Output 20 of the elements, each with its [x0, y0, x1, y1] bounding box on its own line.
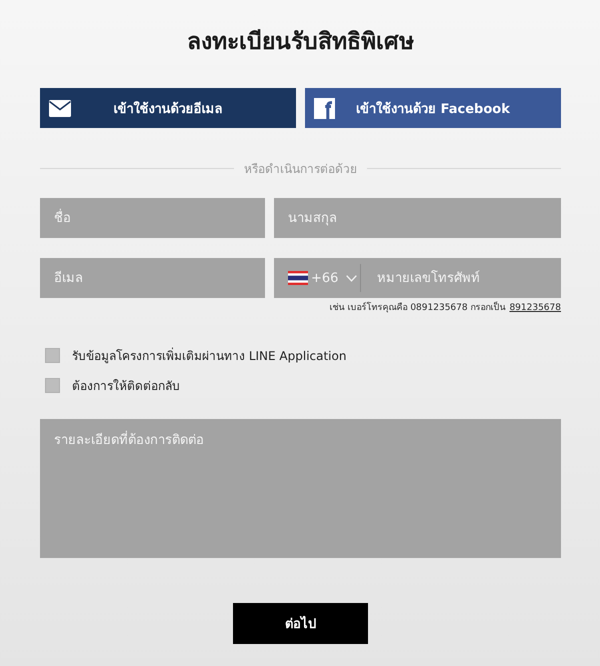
- facebook-login-button[interactable]: เข้าใช้งานด้วย Facebook: [305, 88, 561, 128]
- checkbox[interactable]: [45, 348, 60, 363]
- phone-number-field[interactable]: หมายเลขโทรศัพท์: [361, 258, 561, 298]
- facebook-logo-icon: [314, 98, 335, 118]
- chevron-down-icon: [346, 274, 358, 282]
- email-login-button[interactable]: เข้าใช้งานด้วยอีเมล: [40, 88, 296, 128]
- text-input-field[interactable]: ชื่อ: [40, 198, 265, 238]
- checkbox[interactable]: [45, 378, 60, 393]
- example-number: 891235678: [509, 302, 561, 314]
- checkbox-label: รับข้อมูลโครงการเพิ่มเติมผ่านทาง LINE Application: [72, 346, 346, 365]
- message-textarea[interactable]: รายละเอียดที่ต้องการติดต่อ: [40, 419, 561, 558]
- flag-icon: [288, 271, 308, 285]
- text-input-field[interactable]: อีเมล: [40, 258, 265, 298]
- checkbox-label: ต้องการให้ติดต่อกลับ: [72, 378, 180, 395]
- page-title: ลงทะเบียนรับสิทธิพิเศษ: [186, 28, 415, 57]
- next-button[interactable]: ต่อไป: [233, 603, 368, 644]
- envelope-icon: [49, 100, 71, 116]
- divider-label: หรือดำเนินการต่อด้วย: [244, 160, 357, 178]
- phone-hint-text: เช่น เบอร์โทรคุณคือ 0891235678 กรอกเป็น: [330, 302, 506, 314]
- text-input-field[interactable]: นามสกุล: [274, 198, 561, 238]
